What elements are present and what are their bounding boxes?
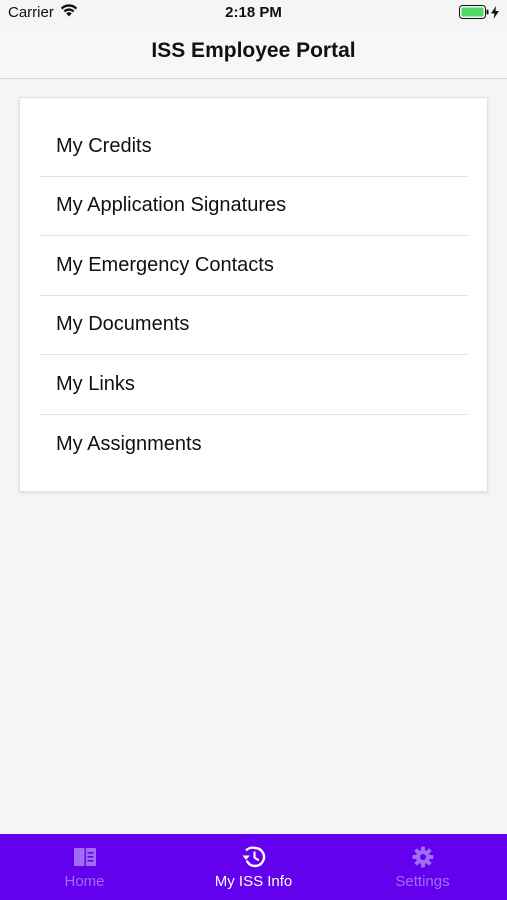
history-icon [241, 845, 267, 869]
charging-icon [491, 5, 499, 23]
tab-my-iss-info-label: My ISS Info [214, 873, 293, 890]
status-time: 2:18 PM [225, 4, 282, 21]
nav-bar: ISS Employee Portal [0, 26, 507, 79]
tab-home[interactable]: Home [0, 834, 169, 900]
menu-item-my-credits[interactable]: My Credits [39, 117, 468, 177]
tab-settings[interactable]: Settings [338, 834, 507, 900]
menu-item-my-links[interactable]: My Links [39, 355, 468, 415]
tab-bar: Home My ISS Info Settings [0, 834, 507, 900]
battery-icon [459, 5, 489, 23]
gear-icon [410, 845, 436, 869]
menu-item-my-documents[interactable]: My Documents [39, 296, 468, 355]
tab-home-label: Home [64, 873, 105, 890]
menu-item-my-application-signatures[interactable]: My Application Signatures [39, 177, 468, 236]
info-menu-card: My Credits My Application Signatures My … [19, 97, 488, 492]
tab-settings-label: Settings [395, 873, 450, 890]
status-right [459, 5, 499, 23]
tab-my-iss-info[interactable]: My ISS Info [169, 834, 338, 900]
menu-item-my-assignments[interactable]: My Assignments [39, 415, 468, 475]
status-bar: Carrier 2:18 PM [0, 0, 507, 26]
book-icon [72, 845, 98, 869]
page-title: ISS Employee Portal [151, 39, 356, 62]
menu-item-my-emergency-contacts[interactable]: My Emergency Contacts [39, 236, 468, 296]
